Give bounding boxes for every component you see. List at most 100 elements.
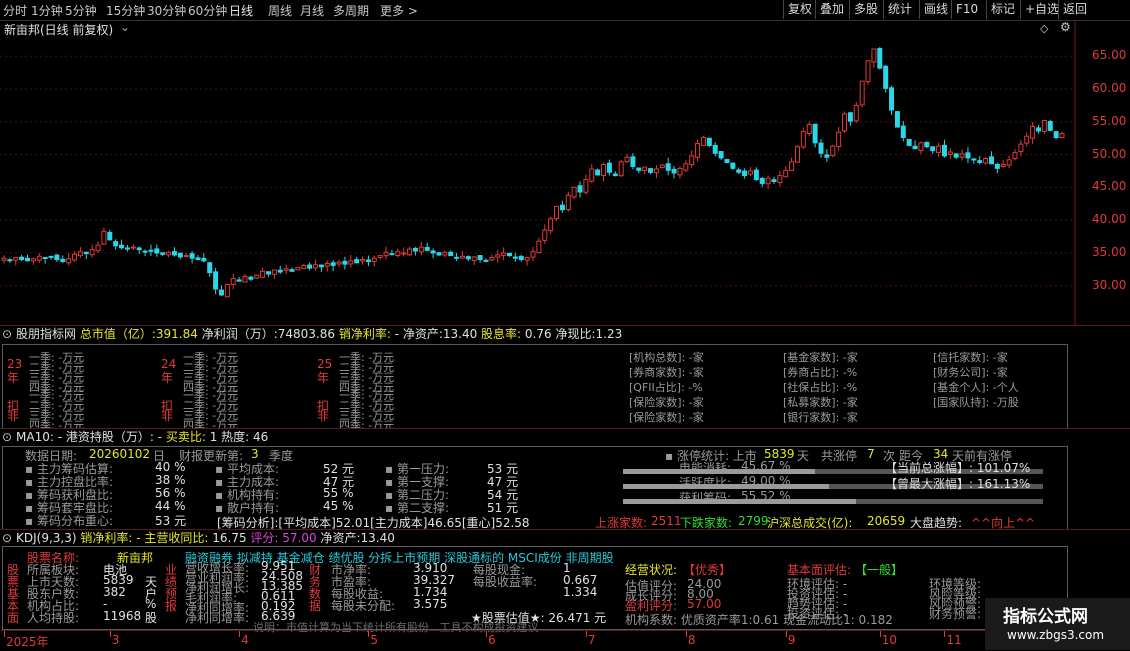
timeframe-0[interactable]: 分时 — [3, 2, 27, 19]
y-tick-label: 45.00 — [1092, 179, 1127, 194]
cost-value: 45 % — [323, 499, 354, 513]
candle-body — [13, 257, 19, 261]
candle-body — [771, 179, 777, 182]
collapse-icon[interactable]: ⊙ — [2, 530, 12, 546]
year-unit: 年 — [161, 371, 174, 385]
timeframe-5[interactable]: 60分钟 — [188, 2, 227, 19]
toolbar-button-2[interactable]: 多股 — [849, 0, 882, 19]
panel2-header-text: MA10: - 港资持股（万）: - 买卖比: 1 热度: 46 — [16, 429, 268, 445]
candle-body — [677, 167, 683, 176]
watermark: 指标公式网 www.zbgs3.com — [985, 598, 1130, 650]
candle-body — [412, 247, 418, 252]
candle-body — [800, 131, 806, 148]
candle-body — [89, 249, 95, 256]
candle-body — [877, 48, 883, 69]
candle-body — [177, 252, 183, 258]
timeframe-9[interactable]: 多周期 — [333, 2, 369, 19]
candle-body — [789, 161, 795, 172]
candle-body — [360, 259, 366, 262]
x-tick-mark — [368, 631, 370, 637]
toolbar-button-7[interactable]: +自选 — [1020, 0, 1063, 19]
header-field: 1 — [205, 430, 218, 444]
quarter-revenue: 四季: -万元 — [183, 381, 239, 394]
fundamental-box: 股票名称: 新亩邦 融资融券 拟减持 基金减仓 绩优股 分拆上市预期 深股通标的 M… — [2, 546, 1068, 634]
toolbar-button-6[interactable]: 标记 — [986, 0, 1019, 19]
timeframe-2[interactable]: 5分钟 — [65, 2, 97, 19]
candlestick-plot — [0, 20, 1076, 325]
institution-stat: [机构总数]: -家 — [629, 351, 704, 364]
candle-body — [953, 153, 959, 158]
x-tick-label: 8 — [687, 633, 696, 647]
bar-value: 49.00 % — [741, 474, 791, 488]
candle-body — [889, 87, 895, 111]
timeframe-3[interactable]: 15分钟 — [106, 2, 145, 19]
candle-body — [195, 257, 201, 261]
timeframe-6[interactable]: 日线 — [229, 2, 253, 19]
market-value: 2511 — [651, 514, 682, 528]
candle-body — [42, 257, 48, 260]
y-tick-label: 30.00 — [1092, 277, 1127, 292]
candle-body — [254, 274, 260, 279]
timeframe-1[interactable]: 1分钟 — [31, 2, 63, 19]
candle-body — [336, 261, 342, 265]
collapse-icon[interactable]: ⊙ — [2, 429, 12, 445]
candle-body — [401, 252, 407, 255]
candle-body — [724, 159, 730, 163]
candle-body — [630, 156, 636, 167]
x-tick-mark — [785, 631, 787, 637]
header-field: 净利润（万）:74803.86 — [197, 327, 335, 341]
timeframe-10[interactable]: 更多 > — [380, 2, 418, 19]
header-field: 销净利率: — [335, 327, 391, 341]
candle-body — [747, 170, 753, 175]
fund-label: 人均持股: — [27, 611, 80, 625]
header-field: 净现比:1.23 — [551, 327, 623, 341]
toolbar-button-0[interactable]: 复权 — [783, 0, 816, 19]
side-label: 据 — [309, 599, 322, 613]
timeframe-7[interactable]: 周线 — [268, 2, 292, 19]
candle-body — [583, 179, 589, 193]
candle-body — [971, 158, 977, 161]
candle-body — [700, 137, 706, 146]
candle-body — [395, 251, 401, 256]
candle-body — [1047, 120, 1053, 131]
candle-body — [653, 168, 659, 174]
candle-body — [171, 251, 177, 256]
candle-body — [624, 156, 630, 163]
toolbar-button-5[interactable]: F10 — [951, 0, 982, 19]
collapse-icon[interactable]: ⊙ — [2, 326, 12, 342]
candle-body — [1018, 143, 1024, 152]
toolbar-button-1[interactable]: 叠加 — [815, 0, 848, 19]
x-tick-label: 6 — [487, 633, 496, 647]
header-field: 股朋指标网 — [16, 327, 77, 341]
bar-fill — [623, 499, 857, 504]
candle-body — [936, 145, 942, 154]
candle-body — [577, 185, 583, 193]
panel1-header-text: 股朋指标网 总市值（亿）:391.84 净利润（万）:74803.86 销净利率… — [16, 326, 622, 342]
candle-body — [977, 160, 983, 163]
candle-body — [477, 255, 483, 261]
main-kline-chart[interactable]: 新亩邦(日线 前复权) ⌄ ◇ ⚙ 65.00 60.00 55.00 50.00 45… — [0, 20, 1130, 325]
institution-stat: [财务公司]: -家 — [933, 366, 1008, 379]
toolbar-button-8[interactable]: 返回 — [1058, 0, 1091, 19]
candle-body — [1006, 159, 1012, 166]
candle-body — [60, 258, 66, 263]
timeframe-4[interactable]: 30分钟 — [147, 2, 186, 19]
candle-body — [1, 257, 7, 261]
x-tick-mark — [109, 631, 111, 637]
candle-body — [765, 177, 771, 185]
base-value: 【一般】 — [855, 563, 904, 577]
candle-body — [307, 264, 313, 269]
timeframe-8[interactable]: 月线 — [300, 2, 324, 19]
x-tick-label: 11 — [946, 633, 962, 647]
toolbar-button-4[interactable]: 画线 — [919, 0, 952, 19]
candle-body — [565, 194, 571, 211]
report-value: 3 — [251, 447, 259, 461]
x-tick-mark — [944, 631, 946, 637]
candle-body — [671, 168, 677, 174]
header-field: 净资产:13.40 — [316, 531, 395, 545]
candle-body — [489, 257, 495, 261]
x-tick-mark — [879, 631, 881, 637]
candle-body — [847, 112, 853, 122]
candle-body — [894, 111, 900, 128]
toolbar-button-3[interactable]: 统计 — [883, 0, 916, 19]
